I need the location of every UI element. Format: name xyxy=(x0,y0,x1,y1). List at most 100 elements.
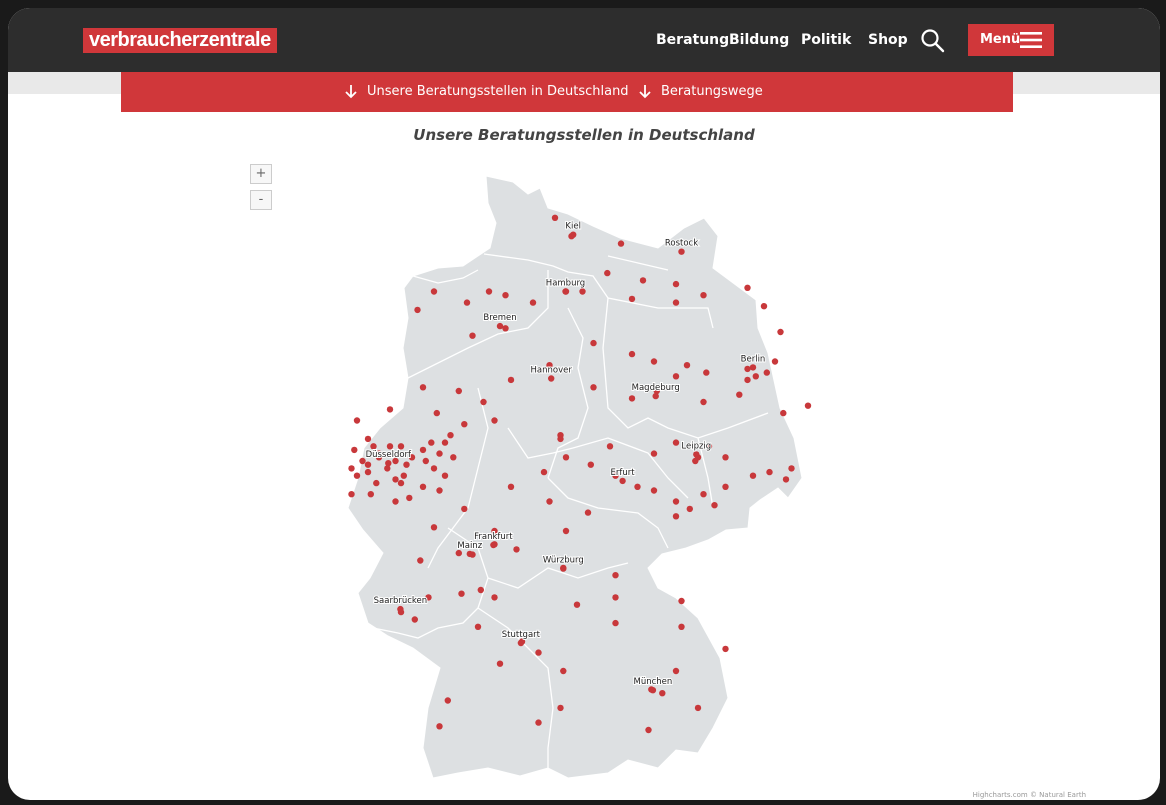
office-marker[interactable] xyxy=(348,491,355,498)
office-marker[interactable] xyxy=(461,505,468,513)
office-marker[interactable] xyxy=(722,645,729,653)
map-credits[interactable]: Highcharts.com © Natural Earth xyxy=(973,791,1086,799)
office-marker[interactable] xyxy=(744,284,751,291)
office-marker[interactable] xyxy=(604,269,611,277)
office-marker[interactable] xyxy=(703,369,710,376)
city-marker[interactable] xyxy=(649,687,657,694)
city-marker[interactable] xyxy=(749,364,757,371)
office-marker[interactable] xyxy=(433,409,440,417)
office-marker[interactable] xyxy=(364,435,372,443)
office-marker[interactable] xyxy=(469,332,476,339)
office-marker[interactable] xyxy=(491,594,498,601)
office-marker[interactable] xyxy=(436,723,443,730)
office-marker[interactable] xyxy=(694,704,702,712)
office-marker[interactable] xyxy=(678,623,685,630)
office-marker[interactable] xyxy=(628,295,636,303)
office-marker[interactable] xyxy=(400,472,407,479)
office-marker[interactable] xyxy=(672,513,680,520)
office-marker[interactable] xyxy=(411,616,418,623)
office-marker[interactable] xyxy=(711,502,718,509)
office-marker[interactable] xyxy=(659,690,666,697)
city-marker[interactable] xyxy=(678,248,685,255)
office-marker[interactable] xyxy=(370,443,377,450)
office-marker[interactable] xyxy=(777,328,784,336)
office-marker[interactable] xyxy=(414,306,421,314)
office-marker[interactable] xyxy=(502,292,509,299)
office-marker[interactable] xyxy=(788,465,795,472)
office-marker[interactable] xyxy=(672,299,680,306)
office-marker[interactable] xyxy=(782,476,790,483)
office-marker[interactable] xyxy=(353,417,361,424)
office-marker[interactable] xyxy=(513,546,520,553)
office-marker[interactable] xyxy=(364,461,372,468)
germany-map[interactable]: Kiel Rostock Hamburg Bremen Berlin Hannover Ma… xyxy=(8,8,1160,800)
office-marker[interactable] xyxy=(397,479,405,487)
office-marker[interactable] xyxy=(392,498,399,505)
office-marker[interactable] xyxy=(617,240,625,247)
office-marker[interactable] xyxy=(700,398,707,406)
city-marker[interactable] xyxy=(490,541,497,549)
office-marker[interactable] xyxy=(672,280,680,288)
city-marker[interactable] xyxy=(570,231,577,238)
office-marker[interactable] xyxy=(722,454,729,461)
office-marker[interactable] xyxy=(612,619,619,627)
office-marker[interactable] xyxy=(639,277,647,284)
office-marker[interactable] xyxy=(364,468,372,476)
office-marker[interactable] xyxy=(736,391,743,398)
city-marker[interactable] xyxy=(560,565,567,572)
city-marker[interactable] xyxy=(619,477,626,485)
office-marker[interactable] xyxy=(650,487,658,494)
office-marker[interactable] xyxy=(612,572,619,579)
office-marker[interactable] xyxy=(760,303,768,310)
office-marker[interactable] xyxy=(480,398,487,406)
office-marker[interactable] xyxy=(628,350,636,358)
office-marker[interactable] xyxy=(463,299,471,306)
office-marker[interactable] xyxy=(353,472,361,479)
office-marker[interactable] xyxy=(560,667,567,675)
office-marker[interactable] xyxy=(477,586,484,594)
office-marker[interactable] xyxy=(406,494,413,502)
city-marker[interactable] xyxy=(466,550,473,558)
office-marker[interactable] xyxy=(700,292,707,299)
office-marker[interactable] xyxy=(722,483,729,490)
office-marker[interactable] xyxy=(546,498,553,505)
office-marker[interactable] xyxy=(507,376,515,384)
office-marker[interactable] xyxy=(634,483,641,490)
office-marker[interactable] xyxy=(645,726,652,734)
office-marker[interactable] xyxy=(403,461,410,468)
office-marker[interactable] xyxy=(612,594,619,601)
office-marker[interactable] xyxy=(557,435,564,443)
office-marker[interactable] xyxy=(419,384,427,391)
office-marker[interactable] xyxy=(441,439,449,446)
office-marker[interactable] xyxy=(780,409,787,417)
office-marker[interactable] xyxy=(535,649,542,656)
office-marker[interactable] xyxy=(744,365,751,373)
office-marker[interactable] xyxy=(392,476,399,483)
office-marker[interactable] xyxy=(450,454,457,461)
office-marker[interactable] xyxy=(683,362,691,369)
office-marker[interactable] xyxy=(587,461,594,468)
office-marker[interactable] xyxy=(804,402,812,409)
office-marker[interactable] xyxy=(367,491,374,498)
office-marker[interactable] xyxy=(749,472,757,479)
office-marker[interactable] xyxy=(419,446,427,454)
office-marker[interactable] xyxy=(430,288,438,295)
office-marker[interactable] xyxy=(458,590,465,597)
office-marker[interactable] xyxy=(540,468,548,476)
office-marker[interactable] xyxy=(422,457,429,465)
office-marker[interactable] xyxy=(386,443,394,450)
city-marker[interactable] xyxy=(496,322,504,330)
office-marker[interactable] xyxy=(447,432,454,439)
office-marker[interactable] xyxy=(436,450,443,457)
office-marker[interactable] xyxy=(752,373,759,380)
office-marker[interactable] xyxy=(507,483,515,490)
office-marker[interactable] xyxy=(474,623,482,630)
office-marker[interactable] xyxy=(628,395,636,402)
office-marker[interactable] xyxy=(386,406,394,413)
office-marker[interactable] xyxy=(744,376,751,384)
office-marker[interactable] xyxy=(419,483,427,490)
office-marker[interactable] xyxy=(672,667,680,675)
office-marker[interactable] xyxy=(590,384,597,391)
office-marker[interactable] xyxy=(461,421,468,428)
office-marker[interactable] xyxy=(417,557,424,564)
